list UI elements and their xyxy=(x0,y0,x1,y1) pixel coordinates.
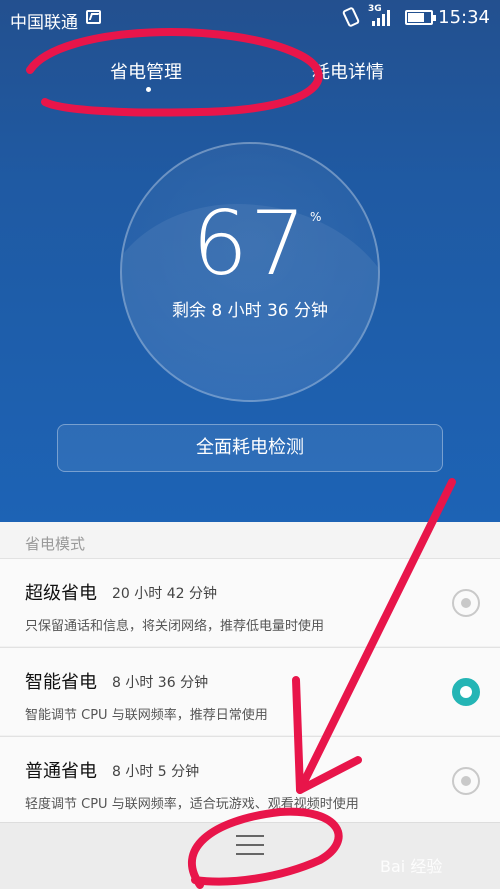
mode-item-smart[interactable]: 智能省电 8 小时 36 分钟 智能调节 CPU 与联网频率，推荐日常使用 xyxy=(0,647,500,735)
battery-icon xyxy=(405,10,436,25)
section-title: 省电模式 xyxy=(0,522,500,558)
tab-power-management[interactable]: 省电管理 xyxy=(110,58,182,84)
radio-icon[interactable] xyxy=(452,589,480,617)
clock: 15:34 xyxy=(438,7,490,28)
battery-gauge: 67 % 剩余 8 小时 36 分钟 xyxy=(120,142,380,402)
radio-icon[interactable] xyxy=(452,767,480,795)
battery-percent: 67 xyxy=(192,192,308,295)
radio-icon[interactable] xyxy=(452,678,480,706)
carrier-name: 中国联通 xyxy=(10,13,78,33)
mode-item-super[interactable]: 超级省电 20 小时 42 分钟 只保留通话和信息，将关闭网络，推荐低电量时使用 xyxy=(0,558,500,646)
mode-description: 智能调节 CPU 与联网频率，推荐日常使用 xyxy=(25,708,268,723)
bottom-bar: Bai 经验 xyxy=(0,822,500,889)
mode-description: 只保留通话和信息，将关闭网络，推荐低电量时使用 xyxy=(25,619,325,634)
mode-name: 超级省电 xyxy=(25,583,97,604)
mode-duration: 20 小时 42 分钟 xyxy=(112,586,217,602)
menu-icon[interactable] xyxy=(236,835,264,855)
percent-symbol: % xyxy=(310,210,322,224)
watermark: Bai 经验 xyxy=(380,857,443,876)
remaining-time: 剩余 8 小时 36 分钟 xyxy=(171,301,329,321)
active-tab-indicator xyxy=(146,87,151,92)
tab-power-details[interactable]: 耗电详情 xyxy=(312,58,384,84)
signal-icon xyxy=(372,10,394,26)
mode-name: 普通省电 xyxy=(25,761,97,782)
status-bar: 中国联通 3G 15:34 xyxy=(0,0,500,36)
tab-bar: 省电管理 耗电详情 xyxy=(0,50,500,100)
image-icon xyxy=(86,10,101,24)
vibrate-icon xyxy=(341,6,361,28)
mode-item-normal[interactable]: 普通省电 8 小时 5 分钟 轻度调节 CPU 与联网频率，适合玩游戏、观看视频… xyxy=(0,736,500,824)
header-panel: 中国联通 3G 15:34 省电管理 耗电详情 67 % 剩余 8 小时 36 … xyxy=(0,0,500,522)
full-check-button[interactable]: 全面耗电检测 xyxy=(57,424,443,472)
mode-name: 智能省电 xyxy=(25,672,97,693)
mode-duration: 8 小时 5 分钟 xyxy=(112,764,200,780)
mode-description: 轻度调节 CPU 与联网频率，适合玩游戏、观看视频时使用 xyxy=(25,797,359,812)
mode-duration: 8 小时 36 分钟 xyxy=(112,675,209,691)
